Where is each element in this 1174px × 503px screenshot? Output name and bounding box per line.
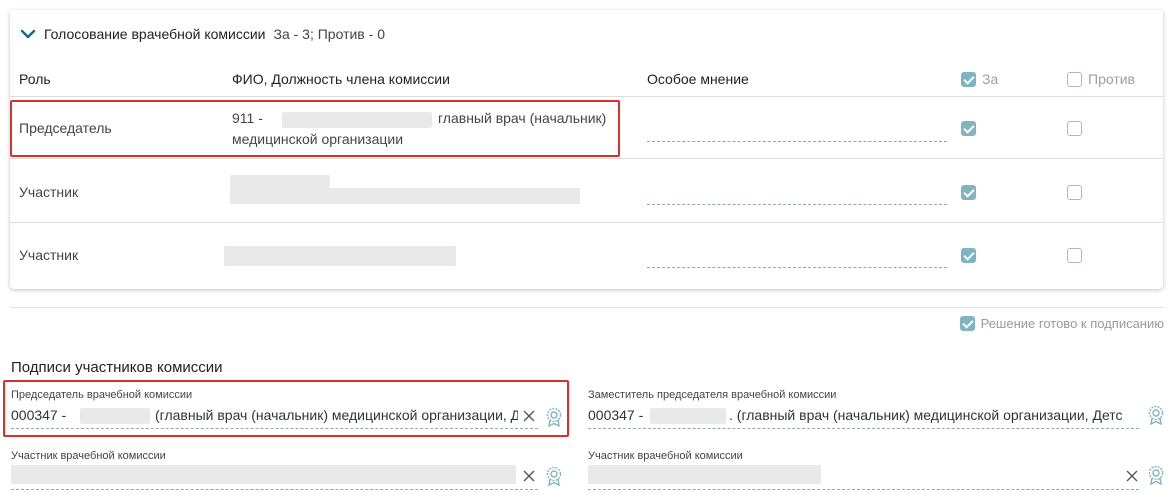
opinion-input[interactable] xyxy=(647,204,947,205)
member1-field-underline xyxy=(11,489,538,490)
signature-badge-icon[interactable] xyxy=(1146,405,1166,425)
col-for-label: За xyxy=(982,71,999,87)
opinion-input[interactable] xyxy=(647,267,947,268)
ready-to-sign-label: Решение готово к подписанию xyxy=(980,316,1164,331)
col-for[interactable]: За xyxy=(961,71,998,87)
deputy-field-underline xyxy=(588,428,1139,429)
row-role: Председатель xyxy=(19,120,112,136)
member-position: главный врач (начальник) xyxy=(438,110,607,126)
redacted-member xyxy=(224,246,456,266)
section-divider xyxy=(10,307,1163,308)
signature-badge-icon[interactable] xyxy=(1146,465,1166,485)
voting-header[interactable]: Голосование врачебной комиссии За - 3; П… xyxy=(10,10,1163,58)
vote-against-checkbox[interactable] xyxy=(1067,185,1082,200)
member2-field-underline xyxy=(588,489,1139,490)
redacted-deputy-name xyxy=(650,408,726,424)
redacted-member2-value[interactable] xyxy=(588,465,821,484)
redacted-member1-value[interactable] xyxy=(11,465,516,484)
voting-card: Голосование врачебной комиссии За - 3; П… xyxy=(10,10,1163,289)
deputy-value[interactable]: . (главный врач (начальник) медицинской … xyxy=(729,407,1122,423)
member2-label: Участник врачебной комиссии xyxy=(588,450,743,462)
ready-to-sign[interactable]: Решение готово к подписанию xyxy=(959,316,1164,331)
redacted-name xyxy=(282,112,432,128)
clear-icon[interactable] xyxy=(523,410,535,422)
signature-badge-icon[interactable] xyxy=(544,466,564,486)
clear-icon[interactable] xyxy=(1126,470,1138,482)
col-against-label: Против xyxy=(1088,71,1135,87)
deputy-label: Заместитель председателя врачебной комис… xyxy=(588,389,837,401)
col-opinion: Особое мнение xyxy=(647,71,749,87)
chevron-down-icon[interactable] xyxy=(20,26,36,42)
ready-to-sign-checkbox[interactable] xyxy=(959,316,975,331)
redacted-member xyxy=(230,188,580,204)
signature-badge-icon[interactable] xyxy=(544,407,564,427)
vote-for-checkbox[interactable] xyxy=(961,121,976,136)
member-prefix: 911 - xyxy=(232,110,263,126)
opinion-input[interactable] xyxy=(647,141,947,142)
row-role: Участник xyxy=(19,184,79,200)
chairman-field-underline xyxy=(11,428,538,429)
select-all-against-checkbox[interactable] xyxy=(1067,71,1082,87)
vote-against-checkbox[interactable] xyxy=(1067,121,1082,136)
member-position-line2: медицинской организации xyxy=(232,131,404,147)
redacted-member xyxy=(230,175,330,188)
header-divider xyxy=(10,96,1163,97)
member1-label: Участник врачебной комиссии xyxy=(11,450,166,462)
chairman-value[interactable]: (главный врач (начальник) медицинской ор… xyxy=(155,407,518,423)
clear-icon[interactable] xyxy=(523,470,535,482)
row-role: Участник xyxy=(19,247,79,263)
select-all-for-checkbox[interactable] xyxy=(961,71,976,87)
signatures-title: Подписи участников комиссии xyxy=(11,359,223,376)
vote-for-checkbox[interactable] xyxy=(961,248,976,263)
col-role: Роль xyxy=(19,71,51,87)
row-divider xyxy=(10,222,1163,223)
chairman-prefix: 000347 - xyxy=(11,407,67,423)
redacted-chairman-name xyxy=(80,408,150,424)
col-against[interactable]: Против xyxy=(1067,71,1135,87)
col-member: ФИО, Должность члена комиссии xyxy=(232,71,450,87)
chairman-label: Председатель врачебной комиссии xyxy=(11,389,193,401)
deputy-prefix: 000347 - xyxy=(588,407,644,423)
vote-against-checkbox[interactable] xyxy=(1067,248,1082,263)
vote-for-checkbox[interactable] xyxy=(961,185,976,200)
row-divider xyxy=(10,158,1163,159)
voting-title: Голосование врачебной комиссии xyxy=(44,26,266,42)
voting-summary: За - 3; Против - 0 xyxy=(273,26,385,42)
